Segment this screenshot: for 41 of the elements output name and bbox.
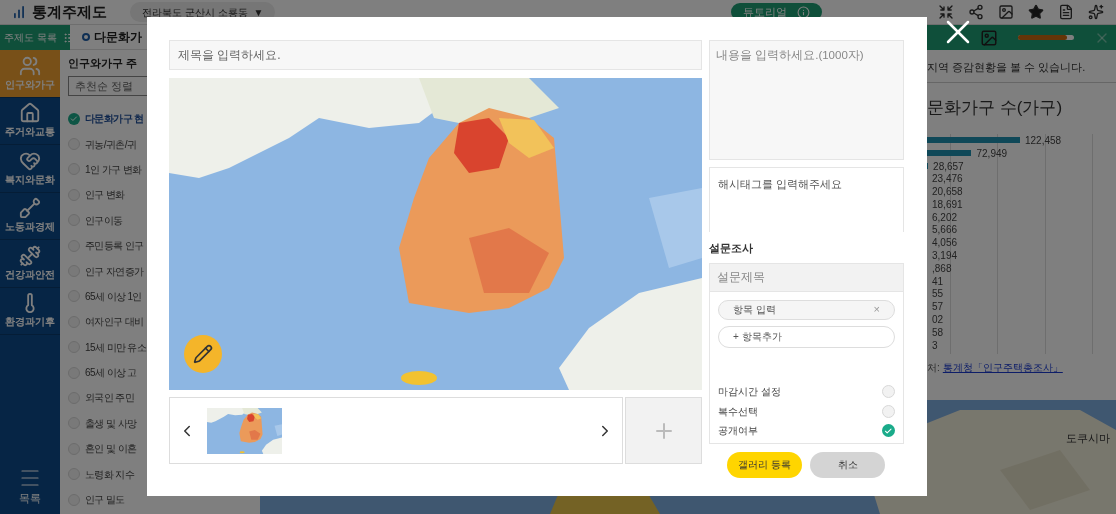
star-icon[interactable] <box>1028 4 1044 20</box>
dumbbell-icon <box>19 244 41 267</box>
theme-item[interactable]: 인구이동 <box>85 212 123 228</box>
bar-chart-icon <box>12 5 26 19</box>
image-icon[interactable] <box>998 4 1014 20</box>
theme-item[interactable]: 외국인 주민 <box>85 390 135 406</box>
theme-list-button[interactable]: 주제도 목록 <box>0 25 70 50</box>
app-title: 통계주제도 <box>32 1 108 22</box>
theme-item[interactable]: 노령화 지수 <box>85 466 135 482</box>
theme-item[interactable]: 65세 이상 고 <box>85 365 137 381</box>
theme-item[interactable]: 출생 및 사망 <box>85 415 137 431</box>
theme-item[interactable]: 주민등록 인구 <box>85 238 144 254</box>
document-icon[interactable] <box>1058 4 1074 20</box>
theme-item[interactable]: 65세 이상 1인 <box>85 288 142 304</box>
shrink-icon[interactable] <box>938 4 954 20</box>
theme-item[interactable]: 인구 밀도 <box>85 492 125 508</box>
theme-item[interactable]: 15세 미만 유소 <box>85 339 147 355</box>
category-label: 인구와가구 <box>5 77 55 92</box>
theme-item[interactable]: 여자인구 대비 <box>85 314 144 330</box>
list-heading: 인구와가구 주 <box>68 56 139 70</box>
sparkle-icon[interactable] <box>1088 4 1104 20</box>
theme-item[interactable]: 1인 가구 변화 <box>85 161 142 177</box>
theme-item[interactable]: 귀농/귀촌/귀 <box>85 136 137 152</box>
category-label: 노동과경제 <box>5 220 55 235</box>
pencil-icon <box>193 344 213 364</box>
people-icon <box>19 54 41 77</box>
share-icon[interactable] <box>968 4 984 20</box>
menu-button[interactable]: 목록 <box>0 465 60 506</box>
theme-item[interactable]: 다문화가구 현 <box>85 111 144 127</box>
category-label: 건강과안전 <box>5 267 55 282</box>
theme-item[interactable]: 혼인 및 이혼 <box>85 441 137 457</box>
ring-icon <box>82 33 90 41</box>
category-label: 주거와교통 <box>5 125 55 140</box>
house-icon <box>19 102 41 125</box>
shovel-icon <box>19 197 41 220</box>
image-icon[interactable] <box>980 28 998 47</box>
theme-item[interactable]: 인구 자연증가 <box>85 263 144 279</box>
category-label: 복지와문화 <box>5 172 55 187</box>
map-tab[interactable]: 다문화가 <box>94 28 142 46</box>
category-label: 환경과기후 <box>5 315 55 330</box>
theme-item[interactable]: 인구 변화 <box>85 187 125 203</box>
